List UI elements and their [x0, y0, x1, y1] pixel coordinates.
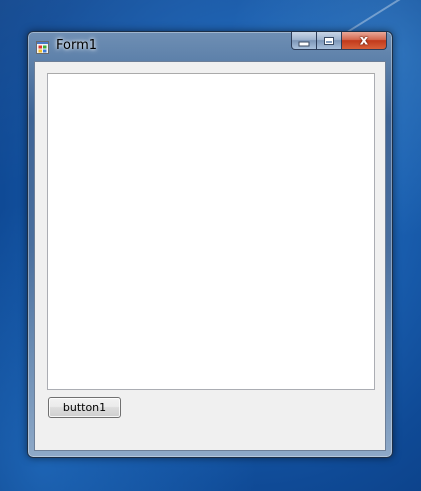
- caption-buttons: x: [291, 32, 387, 50]
- maximize-button[interactable]: [317, 32, 342, 50]
- window-title: Form1: [56, 38, 98, 53]
- button1[interactable]: button1: [48, 397, 121, 418]
- winforms-app-icon[interactable]: [36, 39, 49, 54]
- title-bar[interactable]: Form1 x: [28, 32, 392, 59]
- multiline-textbox[interactable]: [47, 73, 375, 390]
- form1-window: Form1 x button1: [27, 31, 393, 458]
- maximize-icon: [324, 36, 334, 45]
- close-icon: x: [359, 33, 369, 48]
- close-button[interactable]: x: [342, 32, 387, 50]
- minimize-button[interactable]: [291, 32, 317, 50]
- minimize-icon: [298, 41, 310, 46]
- form-client-area: button1: [34, 61, 386, 451]
